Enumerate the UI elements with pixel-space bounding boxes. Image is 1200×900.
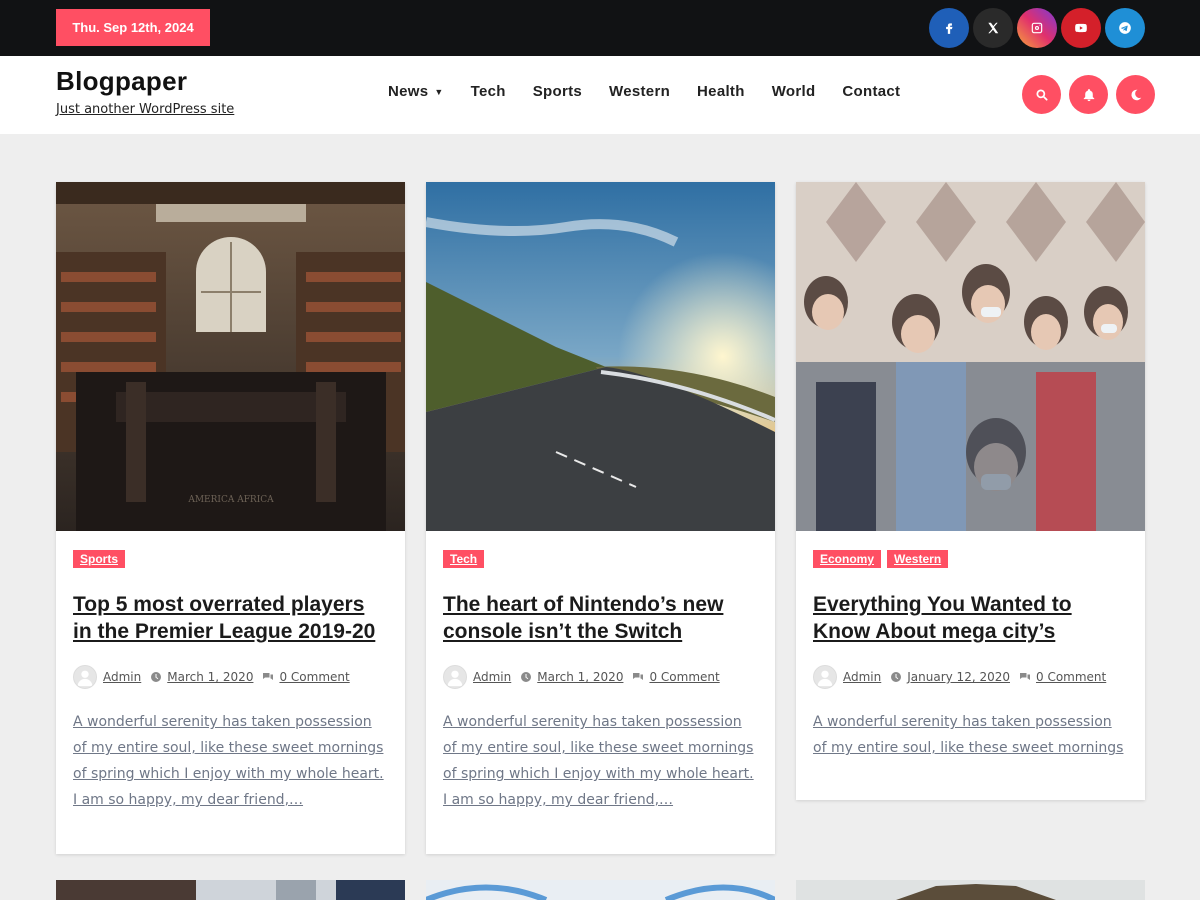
nav-item-news[interactable]: News ▼ <box>388 83 444 100</box>
post-excerpt[interactable]: A wonderful serenity has taken possessio… <box>813 709 1128 761</box>
comments-icon <box>263 673 274 680</box>
category-badge[interactable]: Western <box>887 550 949 568</box>
post-thumbnail[interactable] <box>796 880 1145 900</box>
temple-photo <box>796 880 1145 900</box>
clock-icon <box>891 672 902 682</box>
social-links <box>929 8 1149 48</box>
post-meta: Admin March 1, 2020 0 Comment <box>73 665 388 689</box>
youtube-icon[interactable] <box>1061 8 1101 48</box>
search-icon <box>1035 88 1048 101</box>
post-excerpt[interactable]: A wonderful serenity has taken possessio… <box>73 709 388 813</box>
clock-icon <box>521 672 532 682</box>
site-title[interactable]: Blogpaper <box>56 66 187 97</box>
category-badge[interactable]: Tech <box>443 550 485 568</box>
post-date[interactable]: March 1, 2020 <box>537 670 623 684</box>
site-tagline[interactable]: Just another WordPress site <box>56 102 234 117</box>
post-author[interactable]: Admin <box>473 670 511 684</box>
user-icon <box>817 670 833 687</box>
category-badge[interactable]: Economy <box>813 550 882 568</box>
dark-mode-toggle[interactable] <box>1116 75 1155 114</box>
search-button[interactable] <box>1022 75 1061 114</box>
comments-icon <box>1020 673 1030 680</box>
library-photo: AMERICA AFRICA <box>56 182 405 531</box>
post-meta: Admin March 1, 2020 0 Comment <box>443 665 758 689</box>
nav-item-tech[interactable]: Tech <box>471 83 506 100</box>
nav-item-western[interactable]: Western <box>609 83 670 100</box>
comments-icon <box>633 673 644 680</box>
city-photo <box>56 880 405 900</box>
post-date[interactable]: January 12, 2020 <box>907 670 1010 684</box>
post-author[interactable]: Admin <box>843 670 881 684</box>
moon-icon <box>1130 89 1141 100</box>
facebook-icon[interactable] <box>929 8 969 48</box>
user-icon <box>447 670 463 687</box>
post-card: Tech The heart of Nintendo’s new console… <box>426 182 775 854</box>
post-thumbnail[interactable] <box>426 182 775 531</box>
date-badge: Thu. Sep 12th, 2024 <box>56 9 210 46</box>
x-icon[interactable] <box>973 8 1013 48</box>
instagram-icon[interactable] <box>1017 8 1057 48</box>
post-comments[interactable]: 0 Comment <box>279 670 349 684</box>
avatar[interactable] <box>443 665 467 689</box>
avatar[interactable] <box>73 665 97 689</box>
nav-item-health[interactable]: Health <box>697 83 745 100</box>
bridge-photo <box>426 880 775 900</box>
crowd-masks-photo <box>796 182 1145 531</box>
header-actions <box>1022 75 1163 114</box>
post-title[interactable]: Top 5 most overrated players in the Prem… <box>73 591 388 645</box>
post-card: AMERICA AFRICA Sports Top 5 most overrat… <box>56 182 405 854</box>
post-thumbnail[interactable] <box>426 880 775 900</box>
user-icon <box>77 670 93 687</box>
main-nav: News ▼ Tech Sports Western Health World … <box>388 83 927 100</box>
telegram-icon[interactable] <box>1105 8 1145 48</box>
post-thumbnail[interactable] <box>796 182 1145 531</box>
post-meta: Admin January 12, 2020 0 Comment <box>813 665 1128 689</box>
post-date[interactable]: March 1, 2020 <box>167 670 253 684</box>
notifications-button[interactable] <box>1069 75 1108 114</box>
nav-item-world[interactable]: World <box>772 83 816 100</box>
post-comments[interactable]: 0 Comment <box>1036 670 1106 684</box>
site-header: Blogpaper Just another WordPress site Ne… <box>0 56 1200 134</box>
category-badge[interactable]: Sports <box>73 550 126 568</box>
top-bar: Thu. Sep 12th, 2024 <box>0 0 1200 56</box>
bell-icon <box>1083 88 1094 101</box>
avatar[interactable] <box>813 665 837 689</box>
nav-item-contact[interactable]: Contact <box>842 83 900 100</box>
post-title[interactable]: The heart of Nintendo’s new console isn’… <box>443 591 758 645</box>
clock-icon <box>151 672 162 682</box>
chevron-down-icon: ▼ <box>434 86 444 97</box>
post-categories: Tech <box>443 550 758 568</box>
post-excerpt[interactable]: A wonderful serenity has taken possessio… <box>443 709 758 813</box>
post-thumbnail[interactable]: AMERICA AFRICA <box>56 182 405 531</box>
nav-item-label: News <box>388 83 429 100</box>
sunset-road-photo <box>426 182 775 531</box>
post-categories: Economy Western <box>813 550 1128 568</box>
post-author[interactable]: Admin <box>103 670 141 684</box>
post-card: Economy Western Everything You Wanted to… <box>796 182 1145 800</box>
post-title[interactable]: Everything You Wanted to Know About mega… <box>813 591 1128 645</box>
svg-text:AMERICA AFRICA: AMERICA AFRICA <box>187 495 274 505</box>
post-comments[interactable]: 0 Comment <box>649 670 719 684</box>
nav-item-sports[interactable]: Sports <box>533 83 582 100</box>
post-categories: Sports <box>73 550 388 568</box>
post-thumbnail[interactable] <box>56 880 405 900</box>
